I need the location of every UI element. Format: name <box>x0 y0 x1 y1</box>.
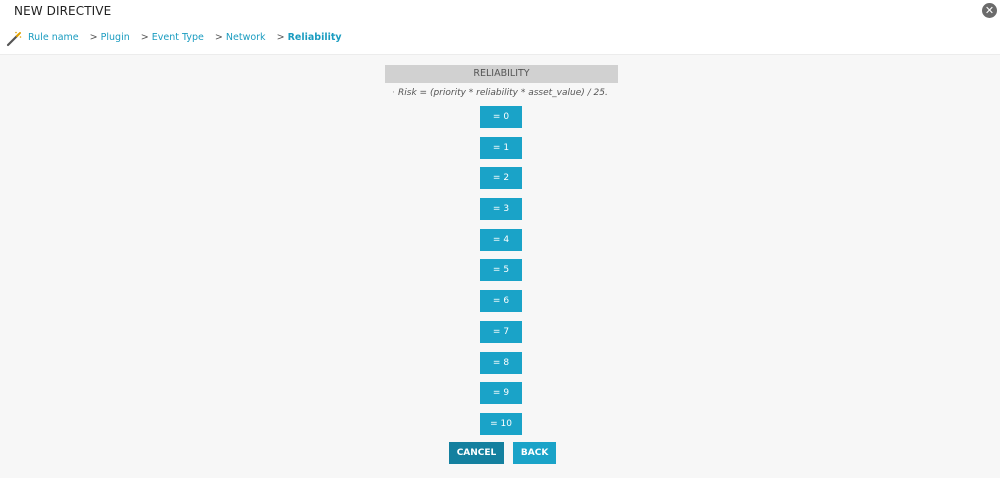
breadcrumb-items: Rule name > Plugin > Event Type > Networ… <box>28 32 342 43</box>
reliability-option-2[interactable]: = 2 <box>480 167 522 190</box>
risk-formula: · Risk = (priority * reliability * asset_… <box>0 88 1000 98</box>
breadcrumb-separator: > <box>214 32 223 43</box>
reliability-option-0[interactable]: = 0 <box>480 106 522 128</box>
window-title: NEW DIRECTIVE <box>14 4 112 18</box>
breadcrumb-item-reliability: Reliability <box>287 32 342 43</box>
formula-text: Risk = (priority * reliability * asset_v… <box>398 88 608 98</box>
breadcrumb-separator: > <box>140 32 149 43</box>
reliability-option-9[interactable]: = 9 <box>480 382 522 405</box>
reliability-option-8[interactable]: = 8 <box>480 351 522 374</box>
panel-header: RELIABILITY <box>385 65 618 83</box>
reliability-option-10[interactable]: = 10 <box>480 412 522 435</box>
magic-wand-icon <box>6 31 22 47</box>
breadcrumb-separator: > <box>89 32 98 43</box>
reliability-option-3[interactable]: = 3 <box>480 198 522 221</box>
breadcrumb-item-plugin[interactable]: Plugin <box>101 32 130 43</box>
reliability-option-6[interactable]: = 6 <box>480 290 522 313</box>
breadcrumb-item-event-type[interactable]: Event Type <box>152 32 204 43</box>
back-button[interactable]: BACK <box>513 442 557 464</box>
breadcrumb-item-network[interactable]: Network <box>226 32 266 43</box>
window-titlebar: NEW DIRECTIVE ✕ <box>0 0 1000 22</box>
reliability-options: = 0 = 1 = 2 = 3 = 4 = 5 = 6 = 7 = 8 = 9 … <box>480 106 522 444</box>
reliability-option-5[interactable]: = 5 <box>480 259 522 282</box>
breadcrumb-item-rule-name[interactable]: Rule name <box>28 32 79 43</box>
reliability-option-1[interactable]: = 1 <box>480 136 522 159</box>
formula-bullet: · <box>392 88 396 98</box>
breadcrumb-separator: > <box>276 32 285 43</box>
breadcrumb: Rule name > Plugin > Event Type > Networ… <box>0 22 1000 55</box>
reliability-option-7[interactable]: = 7 <box>480 320 522 343</box>
reliability-option-4[interactable]: = 4 <box>480 228 522 251</box>
cancel-button[interactable]: CANCEL <box>449 442 504 464</box>
action-buttons: CANCEL BACK <box>449 442 557 464</box>
reliability-panel: RELIABILITY <box>385 65 618 83</box>
close-icon[interactable]: ✕ <box>982 3 997 18</box>
